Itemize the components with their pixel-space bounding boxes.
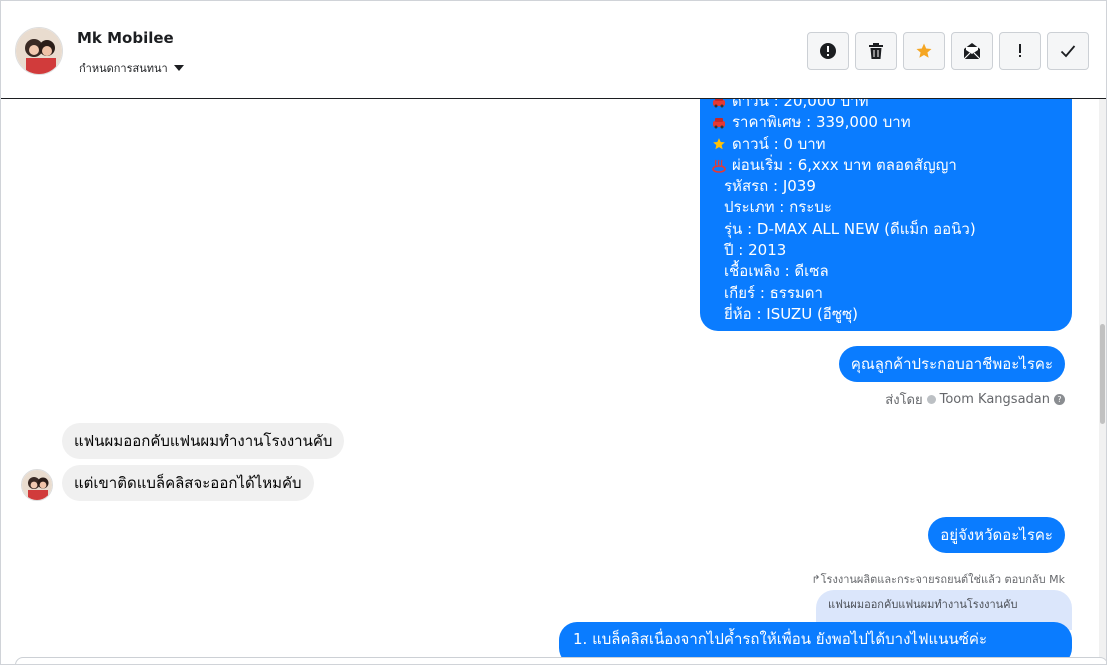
agent-status-icon xyxy=(926,395,936,404)
mark-done-button[interactable] xyxy=(1047,32,1089,70)
star-icon xyxy=(916,43,932,58)
incoming-message[interactable]: แฟนผมออกคับแฟนผมทำงานโรงงานคับ xyxy=(62,423,345,459)
outgoing-message[interactable]: อยู่จังหวัดอะไรคะ xyxy=(928,517,1065,553)
message-line: ดาวน์ : 20,000 บาท xyxy=(712,99,1060,112)
sent-by-name[interactable]: Toom Kangsadan xyxy=(940,392,1050,407)
delete-button[interactable] xyxy=(855,32,897,70)
exclamation-icon xyxy=(1019,44,1021,57)
outgoing-message[interactable]: คุณลูกค้าประกอบอาชีพอะไรคะ xyxy=(838,346,1065,382)
star-button[interactable] xyxy=(903,32,945,70)
hot-springs-icon xyxy=(712,159,726,173)
message-line: ราคาพิเศษ : 339,000 บาท xyxy=(712,112,1060,133)
message-line: ปี : 2013 xyxy=(724,241,787,260)
mark-spam-button[interactable] xyxy=(807,32,849,70)
message-line: รหัสรถ : J039 xyxy=(724,177,816,196)
message-line: ยี่ห้อ : ISUZU (อีซูซุ) xyxy=(724,304,859,323)
message-line: ดาวน์ : 0 บาท xyxy=(712,134,1060,155)
mark-important-button[interactable] xyxy=(999,32,1041,70)
message-line: ผ่อนเริ่ม : 6,xxx บาท ตลอดสัญญา xyxy=(712,155,1060,176)
car-icon xyxy=(712,116,726,130)
help-icon[interactable]: ? xyxy=(1054,394,1065,405)
mark-unread-button[interactable] xyxy=(951,32,993,70)
message-list-scrollbar[interactable] xyxy=(1099,99,1106,659)
scrollbar-thumb[interactable] xyxy=(1100,324,1105,424)
sent-by-prefix: ส่งโดย xyxy=(885,393,923,408)
assign-conversation-dropdown[interactable]: กำหนดการสนทนา xyxy=(79,59,184,77)
sent-by-label: ส่งโดย Toom Kangsadan ? xyxy=(885,389,1065,410)
trash-icon xyxy=(869,43,883,59)
message-line: เกียร์ : ธรรมดา xyxy=(724,283,823,302)
caret-down-icon xyxy=(173,65,184,71)
message-line: ประเภท : กระบะ xyxy=(724,198,832,217)
alert-circle-icon xyxy=(820,43,836,59)
contact-name[interactable]: Mk Mobilee xyxy=(77,29,174,47)
star-emoji-icon xyxy=(712,137,726,151)
message-line: เชื้อเพลิง : ดีเซล xyxy=(724,262,829,281)
conversation-header: Mk Mobilee กำหนดการสนทนา xyxy=(1,1,1106,99)
conversation-toolbar xyxy=(807,32,1089,70)
incoming-message[interactable]: แต่เขาติดแบล็คลิสจะออกได้ไหมคับ xyxy=(62,465,314,501)
contact-avatar[interactable] xyxy=(15,27,63,75)
car-info-message[interactable]: ดาวน์ : 20,000 บาท ราคาพิเศษ : 339,000 บ… xyxy=(700,99,1072,331)
car-icon xyxy=(712,99,726,109)
contact-avatar-small[interactable] xyxy=(21,469,53,501)
message-composer[interactable] xyxy=(15,657,1106,664)
mail-open-icon xyxy=(963,43,981,60)
check-icon xyxy=(1060,45,1076,58)
message-line: รุ่น : D-MAX ALL NEW (ดีแม็ก ออนิว) xyxy=(724,219,976,238)
reply-context: ↱โรงงานผลิตและกระจายรถยนต์ใช่แล้ว ตอบกลั… xyxy=(811,573,1065,586)
message-list[interactable]: ดาวน์ : 20,000 บาท ราคาพิเศษ : 339,000 บ… xyxy=(1,99,1101,659)
reply-arrow-icon: ↱ xyxy=(811,573,821,586)
inbox-conversation-window: Mk Mobilee กำหนดการสนทนา ดาวน์: 20,000 … xyxy=(0,0,1107,665)
assign-label: กำหนดการสนทนา xyxy=(79,62,168,75)
outgoing-message[interactable]: 1. แบล็คลิสเนื่องจากไปค้ำรถให้เพื่อน ยัง… xyxy=(559,622,1072,659)
